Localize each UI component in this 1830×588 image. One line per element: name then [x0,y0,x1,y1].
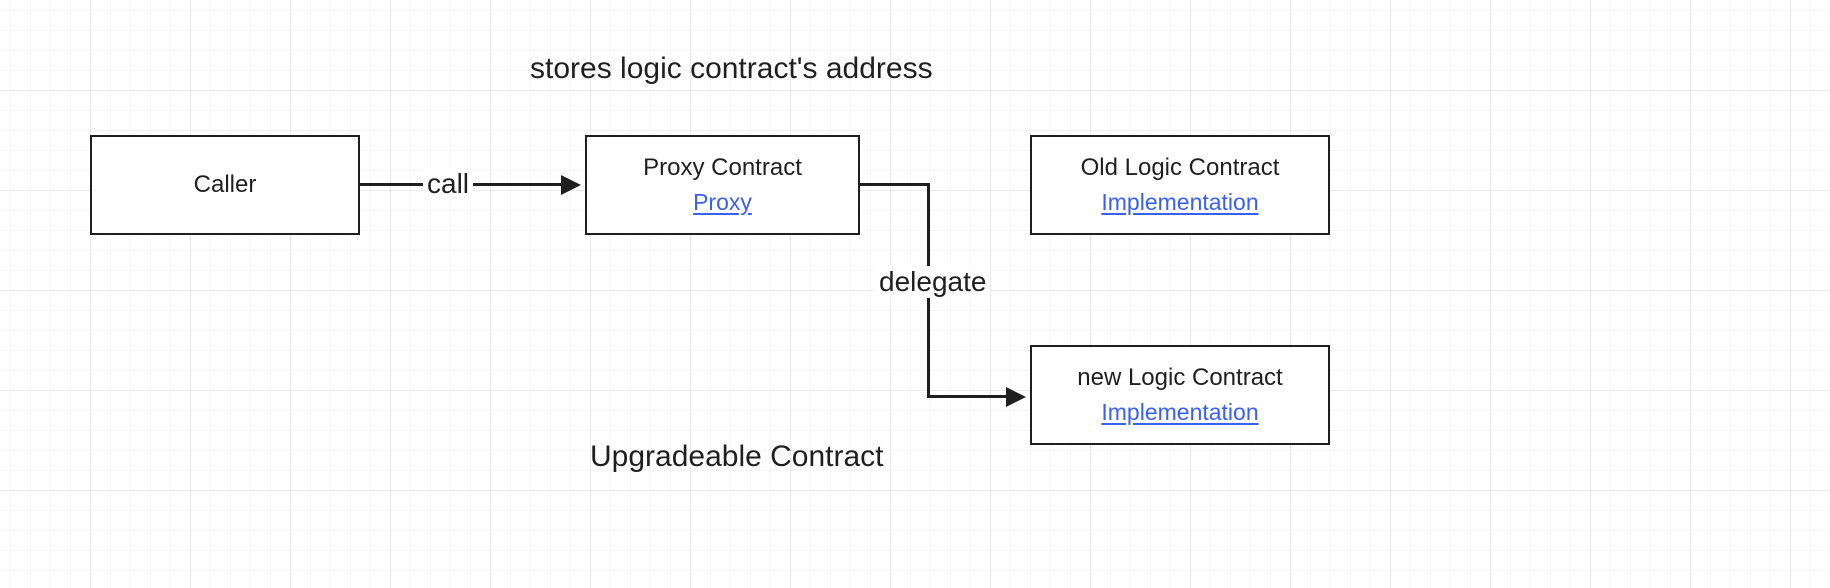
node-caller: Caller [90,135,360,235]
node-caller-title: Caller [194,169,257,200]
edge-delegate-arrowhead [1006,387,1026,407]
node-proxy-title: Proxy Contract [643,152,802,183]
edge-call-arrowhead [561,175,581,195]
diagram-canvas: stores logic contract's address Upgradea… [0,0,1830,588]
edge-delegate-label: delegate [875,266,990,298]
node-old-logic-role: Implementation [1101,188,1258,218]
node-proxy-role: Proxy [693,188,752,218]
edge-delegate-seg1 [860,183,930,186]
node-old-logic: Old Logic Contract Implementation [1030,135,1330,235]
edge-delegate-seg3 [927,395,1010,398]
node-new-logic-title: new Logic Contract [1077,362,1282,393]
node-new-logic-role: Implementation [1101,398,1258,428]
node-new-logic: new Logic Contract Implementation [1030,345,1330,445]
node-proxy: Proxy Contract Proxy [585,135,860,235]
caption-bottom: Upgradeable Contract [590,440,884,474]
node-old-logic-title: Old Logic Contract [1081,152,1280,183]
annotation-top: stores logic contract's address [530,52,933,86]
edge-call-label: call [423,168,473,200]
